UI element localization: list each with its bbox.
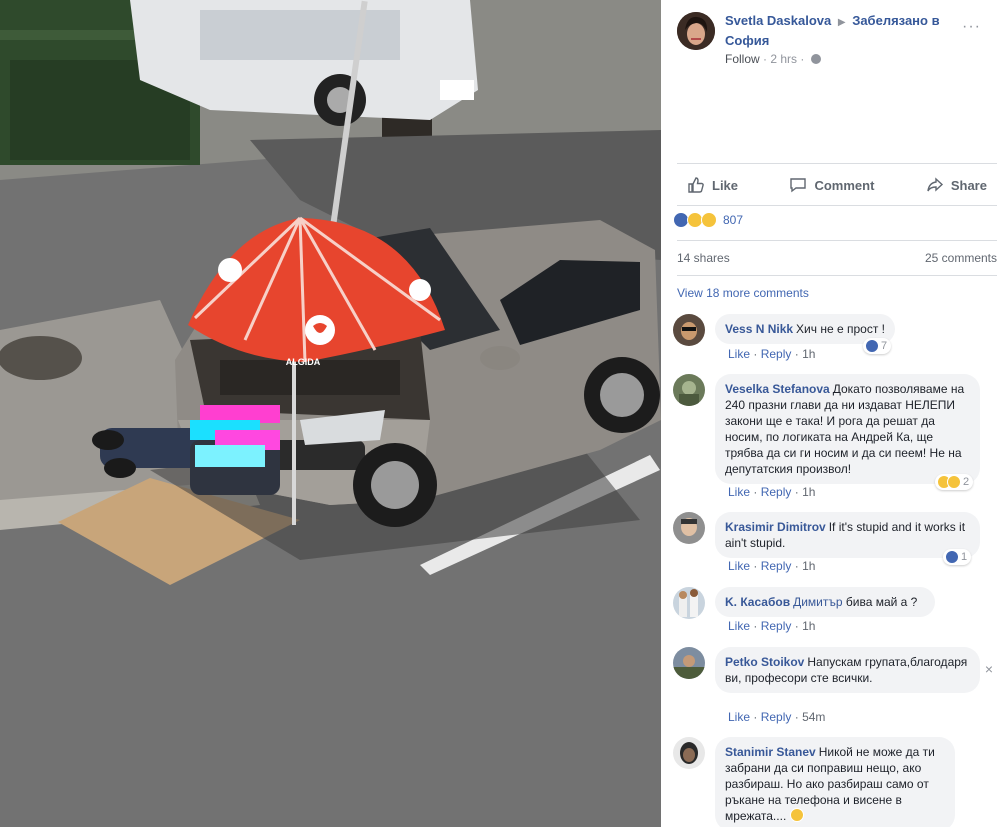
comment-reply-link[interactable]: Reply: [761, 485, 792, 499]
comment-time[interactable]: 1h: [802, 485, 815, 499]
comment-reply-link[interactable]: Reply: [761, 619, 792, 633]
commenter-avatar[interactable]: [673, 647, 705, 679]
comment-actions: Like · Reply · 1h: [728, 485, 816, 499]
comment-options-icon[interactable]: ×: [985, 661, 993, 677]
comment-button[interactable]: Comment: [779, 170, 884, 200]
comment-reply-link[interactable]: Reply: [761, 347, 792, 361]
commenter-avatar[interactable]: [673, 512, 705, 544]
author-avatar[interactable]: [677, 12, 715, 50]
comment-actions: Like · Reply · 1h: [728, 347, 816, 361]
commenter-name[interactable]: Petko Stoikov: [725, 655, 804, 669]
comments-count[interactable]: 25 comments: [925, 251, 997, 265]
reactions-summary[interactable]: 807: [673, 212, 743, 228]
wow-reaction-icon: [947, 475, 961, 489]
comment-text: Докато позволяваме на 240 празни глави д…: [725, 382, 965, 476]
comment-like-link[interactable]: Like: [728, 347, 750, 361]
commenter-name[interactable]: Vess N Nikk: [725, 322, 793, 336]
like-reaction-icon: [865, 339, 879, 353]
comment-bubble: Stanimir Stanev Никой не може да ти забра…: [715, 737, 955, 827]
comment-time[interactable]: 1h: [802, 559, 815, 573]
caret-right-icon: ▶: [837, 17, 846, 28]
comment-reply-link[interactable]: Reply: [761, 559, 792, 573]
comment-item: K. Касабов Димитър бива май а ? Like · Re…: [673, 587, 993, 637]
divider: [677, 275, 997, 276]
like-reaction-icon: [945, 550, 959, 564]
like-button[interactable]: Like: [677, 170, 748, 200]
comment-item: Petko Stoikov Напускам групата,благодаря …: [673, 647, 993, 727]
comment-time[interactable]: 1h: [802, 347, 815, 361]
share-button[interactable]: Share: [916, 170, 997, 200]
comment-time[interactable]: 1h: [802, 619, 815, 633]
comment-label: Comment: [814, 177, 875, 193]
comment-time[interactable]: 54m: [802, 710, 825, 724]
comment-reaction-count: 2: [963, 476, 970, 488]
shares-count[interactable]: 14 shares: [677, 251, 730, 265]
thumbs-up-icon: [688, 177, 704, 193]
comment-like-link[interactable]: Like: [728, 619, 750, 633]
comment-item: Stanimir Stanev Никой не може да ти забра…: [673, 737, 993, 827]
comment-text: бива май а ?: [845, 595, 918, 609]
comment-item: Vess N Nikk Хич не е прост ! 7 Like · Rep…: [673, 314, 993, 364]
post-meta: Follow · 2 hrs ·: [725, 52, 821, 66]
comment-icon: [790, 178, 807, 193]
comment-item: Veselka Stefanova Докато позволяваме на 2…: [673, 374, 993, 504]
meta-separator: ·: [763, 52, 768, 66]
meta-separator: ·: [800, 52, 805, 66]
post-header: Svetla Daskalova ▶ Забелязано в София Fo…: [677, 8, 997, 68]
commenter-avatar[interactable]: [673, 374, 705, 406]
comment-bubble: K. Касабов Димитър бива май а ?: [715, 587, 935, 617]
comment-reaction-count: 1: [961, 551, 968, 563]
comment-bubble: Krasimir Dimitrov If it's stupid and it w…: [715, 512, 980, 558]
comment-actions: Like · Reply · 1h: [728, 619, 816, 633]
comment-reaction-count: 7: [881, 340, 888, 352]
comment-actions: Like · Reply · 1h: [728, 559, 816, 573]
divider: [677, 240, 997, 241]
author-name-link[interactable]: Svetla Daskalova: [725, 13, 831, 28]
reaction-count: 807: [723, 213, 744, 227]
post-options-icon[interactable]: ···: [962, 18, 981, 36]
like-label: Like: [712, 177, 739, 193]
post-stats: 14 shares 25 comments: [677, 251, 997, 265]
comment-like-link[interactable]: Like: [728, 485, 750, 499]
comment-bubble: Petko Stoikov Напускам групата,благодаря …: [715, 647, 980, 693]
post-photo[interactable]: ALGIDA: [0, 0, 661, 827]
view-more-comments-link[interactable]: View 18 more comments: [677, 286, 809, 300]
wow-reaction-icon: [701, 212, 717, 228]
divider: [677, 205, 997, 206]
comment-like-link[interactable]: Like: [728, 710, 750, 724]
commenter-name[interactable]: Krasimir Dimitrov: [725, 520, 826, 534]
author-line: Svetla Daskalova ▶ Забелязано в София: [725, 12, 975, 50]
commenter-avatar[interactable]: [673, 314, 705, 346]
share-label: Share: [950, 177, 987, 193]
commenter-name[interactable]: Veselka Stefanova: [725, 382, 830, 396]
comment-actions: Like · Reply · 54m: [728, 710, 826, 724]
post-time[interactable]: 2 hrs: [770, 52, 797, 66]
comment-bubble: Veselka Stefanova Докато позволяваме на 2…: [715, 374, 980, 484]
comment-like-link[interactable]: Like: [728, 559, 750, 573]
comment-reactions[interactable]: 1: [943, 549, 972, 565]
commenter-name[interactable]: Stanimir Stanev: [725, 745, 816, 759]
divider: [677, 163, 997, 164]
comment-text: Хич не е прост !: [796, 322, 885, 336]
post-side-panel: Svetla Daskalova ▶ Забелязано в София Fo…: [661, 0, 1000, 827]
commenter-avatar[interactable]: [673, 587, 705, 619]
share-icon: [927, 177, 943, 192]
comment-mention[interactable]: Димитър: [793, 595, 842, 609]
commenter-name[interactable]: K. Касабов: [725, 595, 790, 609]
umbrella-brand-text: ALGIDA: [286, 357, 321, 367]
commenter-avatar[interactable]: [673, 737, 705, 769]
post-actions: Like Comment Share: [677, 170, 997, 200]
comment-item: Krasimir Dimitrov If it's stupid and it w…: [673, 512, 993, 577]
laughing-emoji-icon: [789, 808, 804, 822]
comment-reactions[interactable]: 7: [863, 338, 892, 354]
comment-reply-link[interactable]: Reply: [761, 710, 792, 724]
follow-link[interactable]: Follow: [725, 52, 760, 66]
comment-reactions[interactable]: 2: [935, 474, 974, 490]
street-photo-illustration: ALGIDA: [0, 0, 661, 827]
globe-icon: [810, 54, 821, 64]
